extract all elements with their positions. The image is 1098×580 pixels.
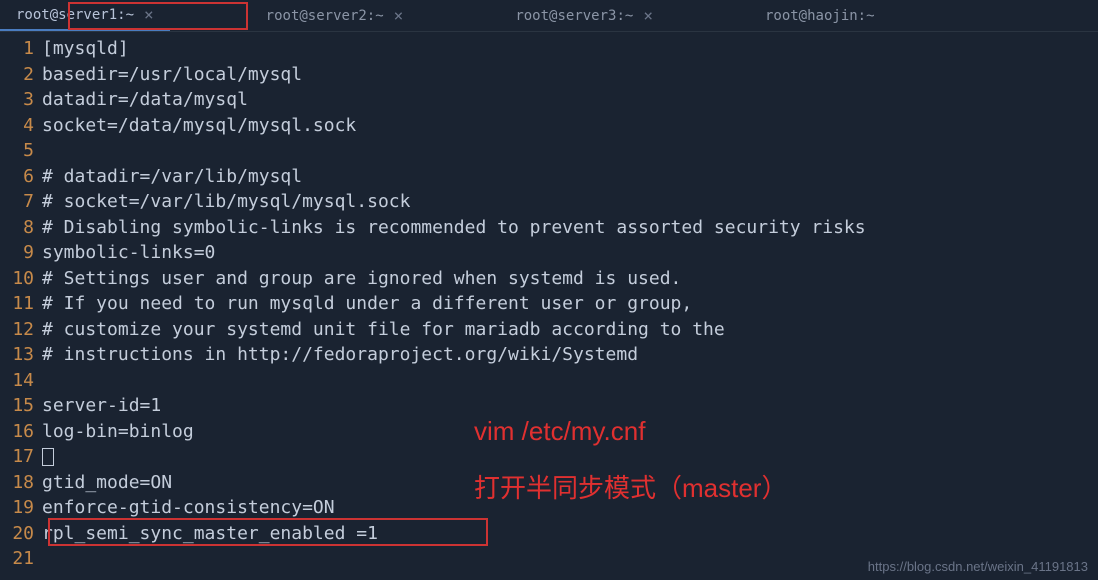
line-number: 8 bbox=[0, 215, 34, 241]
code-line: symbolic-links=0 bbox=[42, 240, 1098, 266]
line-number: 3 bbox=[0, 87, 34, 113]
annotation-text-1: vim /etc/my.cnf bbox=[474, 416, 645, 447]
line-number: 12 bbox=[0, 317, 34, 343]
tab-label: root@server1:~ bbox=[16, 7, 134, 23]
code-line bbox=[42, 444, 1098, 470]
code-line: # datadir=/var/lib/mysql bbox=[42, 164, 1098, 190]
code-line: # Settings user and group are ignored wh… bbox=[42, 266, 1098, 292]
code-line: basedir=/usr/local/mysql bbox=[42, 62, 1098, 88]
code-line: # If you need to run mysqld under a diff… bbox=[42, 291, 1098, 317]
tab-haojin[interactable]: root@haojin:~ bbox=[749, 0, 891, 31]
close-icon[interactable]: × bbox=[643, 6, 653, 25]
code-line: datadir=/data/mysql bbox=[42, 87, 1098, 113]
code-line bbox=[42, 138, 1098, 164]
code-line: socket=/data/mysql/mysql.sock bbox=[42, 113, 1098, 139]
line-number: 4 bbox=[0, 113, 34, 139]
cursor bbox=[42, 448, 54, 466]
code-line: # customize your systemd unit file for m… bbox=[42, 317, 1098, 343]
line-number: 6 bbox=[0, 164, 34, 190]
code-line: # instructions in http://fedoraproject.o… bbox=[42, 342, 1098, 368]
line-number: 18 bbox=[0, 470, 34, 496]
code-line: [mysqld] bbox=[42, 36, 1098, 62]
line-number: 13 bbox=[0, 342, 34, 368]
line-number: 15 bbox=[0, 393, 34, 419]
tab-bar: root@server1:~ × root@server2:~ × root@s… bbox=[0, 0, 1098, 32]
line-number: 19 bbox=[0, 495, 34, 521]
close-icon[interactable]: × bbox=[144, 5, 154, 24]
line-number: 20 bbox=[0, 521, 34, 547]
line-number: 21 bbox=[0, 546, 34, 572]
close-icon[interactable]: × bbox=[394, 6, 404, 25]
line-number: 7 bbox=[0, 189, 34, 215]
code-line bbox=[42, 368, 1098, 394]
line-number: 9 bbox=[0, 240, 34, 266]
tab-server3[interactable]: root@server3:~ × bbox=[499, 0, 669, 31]
line-numbers-gutter: 123456789101112131415161718192021 bbox=[0, 36, 42, 572]
line-number: 2 bbox=[0, 62, 34, 88]
tab-label: root@server3:~ bbox=[515, 8, 633, 24]
code-line: # socket=/var/lib/mysql/mysql.sock bbox=[42, 189, 1098, 215]
code-line: rpl_semi_sync_master_enabled =1 bbox=[42, 521, 1098, 547]
line-number: 1 bbox=[0, 36, 34, 62]
tab-server2[interactable]: root@server2:~ × bbox=[250, 0, 420, 31]
code-line: server-id=1 bbox=[42, 393, 1098, 419]
watermark: https://blog.csdn.net/weixin_41191813 bbox=[868, 559, 1088, 574]
line-number: 10 bbox=[0, 266, 34, 292]
line-number: 11 bbox=[0, 291, 34, 317]
line-number: 5 bbox=[0, 138, 34, 164]
tab-server1[interactable]: root@server1:~ × bbox=[0, 0, 170, 31]
tab-label: root@server2:~ bbox=[266, 8, 384, 24]
code-line: # Disabling symbolic-links is recommende… bbox=[42, 215, 1098, 241]
tab-label: root@haojin:~ bbox=[765, 8, 875, 24]
annotation-text-2: 打开半同步模式（master） bbox=[474, 468, 787, 505]
line-number: 17 bbox=[0, 444, 34, 470]
line-number: 14 bbox=[0, 368, 34, 394]
line-number: 16 bbox=[0, 419, 34, 445]
